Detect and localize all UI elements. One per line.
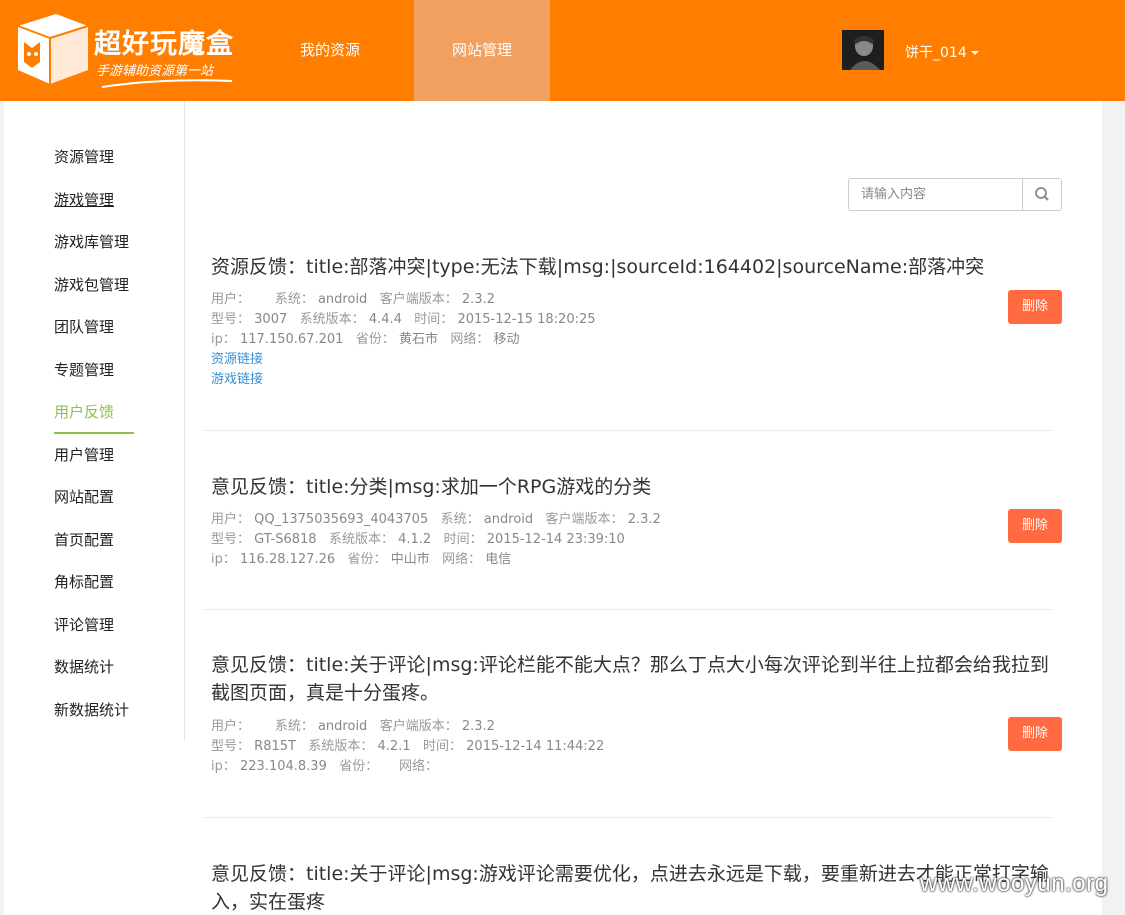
delete-button[interactable]: 删除 [1008, 717, 1062, 751]
sidebar-item-feedback[interactable]: 用户反馈 [54, 400, 114, 424]
sidebar-item-comments[interactable]: 评论管理 [54, 613, 114, 637]
username-label: 饼干_014 [905, 45, 967, 61]
sidebar: 资源管理 游戏管理 游戏库管理 游戏包管理 团队管理 专题管理 用户反馈 用户管… [4, 101, 185, 741]
main-panel: 资源管理 游戏管理 游戏库管理 游戏包管理 团队管理 专题管理 用户反馈 用户管… [4, 101, 1102, 915]
sidebar-item-game-packages[interactable]: 游戏包管理 [54, 273, 129, 297]
feedback-item: 资源反馈：title:部落冲突|type:无法下载|msg:|sourceId:… [202, 251, 1062, 431]
feedback-meta-line2: 型号： 3007 系统版本： 4.4.4 时间： 2015-12-15 18:2… [211, 312, 596, 327]
nav-site-management[interactable]: 网站管理 [414, 0, 550, 101]
sidebar-item-game-library[interactable]: 游戏库管理 [54, 230, 129, 254]
sidebar-item-home-config[interactable]: 首页配置 [54, 528, 114, 552]
active-indicator [54, 432, 134, 434]
sidebar-item-resources[interactable]: 资源管理 [54, 145, 114, 169]
search-input[interactable] [849, 179, 1023, 210]
feedback-title: 资源反馈：title:部落冲突|type:无法下载|msg:|sourceId:… [211, 256, 985, 278]
nav-my-resources[interactable]: 我的资源 [280, 0, 380, 101]
caret-down-icon [970, 51, 979, 55]
user-photo-icon [842, 30, 884, 70]
feedback-meta-line3: ip： 116.28.127.26 省份： 中山市 网络： 电信 [211, 552, 512, 567]
feedback-meta-line1: 用户： 系统： android 客户端版本： 2.3.2 [211, 719, 495, 734]
sidebar-item-topics[interactable]: 专题管理 [54, 358, 114, 382]
top-header: 超好玩魔盒 手游辅助资源第一站 我的资源 网站管理 饼干_014 [0, 0, 1125, 101]
feedback-meta-line2: 型号： GT-S6818 系统版本： 4.1.2 时间： 2015-12-14 … [211, 532, 625, 547]
avatar[interactable] [842, 30, 884, 70]
sidebar-item-teams[interactable]: 团队管理 [54, 315, 114, 339]
feedback-title: 意见反馈：title:关于评论|msg:评论栏能不能大点？那么丁点大小每次评论到… [211, 654, 1049, 704]
feedback-meta-line3: ip： 117.150.67.201 省份： 黄石市 网络： 移动 [211, 332, 520, 347]
sidebar-item-new-stats[interactable]: 新数据统计 [54, 698, 129, 722]
game-link[interactable]: 游戏链接 [211, 370, 263, 390]
logo-subtitle: 手游辅助资源第一站 [96, 64, 214, 79]
feedback-item: 意见反馈：title:关于评论|msg:评论栏能不能大点？那么丁点大小每次评论到… [202, 650, 1062, 818]
feedback-item: 意见反馈：title:分类|msg:求加一个RPG游戏的分类 用户： QQ_13… [202, 471, 1062, 610]
delete-button[interactable]: 删除 [1008, 509, 1062, 543]
search-icon [1035, 187, 1049, 201]
feedback-meta-line1: 用户： QQ_1375035693_4043705 系统： android 客户… [211, 512, 661, 527]
search-box [848, 178, 1062, 211]
site-logo[interactable]: 超好玩魔盒 手游辅助资源第一站 [10, 8, 255, 92]
sidebar-item-games[interactable]: 游戏管理 [54, 188, 114, 212]
sidebar-item-stats[interactable]: 数据统计 [54, 655, 114, 679]
logo-title: 超好玩魔盒 [94, 29, 234, 60]
search-button[interactable] [1022, 179, 1061, 210]
sidebar-item-site-config[interactable]: 网站配置 [54, 485, 114, 509]
feedback-meta-line1: 用户： 系统： android 客户端版本： 2.3.2 [211, 292, 495, 307]
user-menu[interactable]: 饼干_014 [905, 42, 979, 62]
watermark: www.wooyun.org [920, 870, 1109, 897]
swoosh-decoration [102, 79, 232, 88]
feedback-title: 意见反馈：title:分类|msg:求加一个RPG游戏的分类 [211, 476, 652, 498]
feedback-meta-line2: 型号： R815T 系统版本： 4.2.1 时间： 2015-12-14 11:… [211, 739, 605, 754]
sidebar-item-badge-config[interactable]: 角标配置 [54, 570, 114, 594]
sidebar-item-users[interactable]: 用户管理 [54, 443, 114, 467]
resource-link[interactable]: 资源链接 [211, 350, 263, 370]
feedback-meta-line3: ip： 223.104.8.39 省份： 网络： [211, 759, 438, 774]
delete-button[interactable]: 删除 [1008, 290, 1062, 324]
box-mascot-icon [17, 14, 89, 84]
